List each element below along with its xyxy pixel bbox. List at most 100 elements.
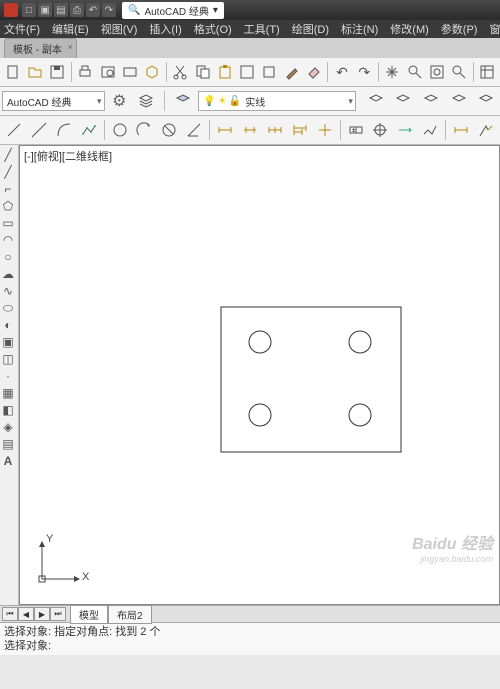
- angle-button[interactable]: [182, 118, 206, 142]
- menu-format[interactable]: 格式(O): [194, 21, 232, 37]
- pan-button[interactable]: [382, 60, 403, 84]
- qat-redo-icon[interactable]: ↷: [102, 3, 116, 17]
- st-insert[interactable]: ▣: [0, 334, 16, 350]
- drawing-canvas[interactable]: [-][俯视][二维线框] Y X Baidu 经验 jingyan.baidu…: [19, 145, 500, 605]
- st-line[interactable]: ╱: [0, 147, 16, 163]
- publish-button[interactable]: [119, 60, 140, 84]
- st-ellipsearc[interactable]: ◐: [0, 317, 16, 333]
- dim-jog-button[interactable]: [418, 118, 442, 142]
- st-point[interactable]: ·: [0, 368, 16, 384]
- tolerance-button[interactable]: ±: [344, 118, 368, 142]
- st-block[interactable]: ◫: [0, 351, 16, 367]
- menu-dimension[interactable]: 标注(N): [341, 21, 378, 37]
- brush-button[interactable]: [281, 60, 302, 84]
- zoom-prev-button[interactable]: [449, 60, 470, 84]
- st-polygon[interactable]: ⬠: [0, 198, 16, 214]
- copy-button[interactable]: [192, 60, 213, 84]
- circle-button[interactable]: [108, 118, 132, 142]
- menu-file[interactable]: 文件(F): [4, 21, 40, 37]
- st-circle[interactable]: ○: [0, 249, 16, 265]
- qat-open-icon[interactable]: ▣: [38, 3, 52, 17]
- pline-button[interactable]: [77, 118, 101, 142]
- save-button[interactable]: [47, 60, 68, 84]
- center-mark-button[interactable]: [368, 118, 392, 142]
- qat-print-icon[interactable]: ⎙: [70, 3, 84, 17]
- menu-parametric[interactable]: 参数(P): [441, 21, 478, 37]
- workspace-dropdown[interactable]: AutoCAD 经典: [2, 91, 105, 111]
- qat-undo-icon[interactable]: ↶: [86, 3, 100, 17]
- layer-freeze-button[interactable]: [419, 89, 443, 113]
- layer-dropdown[interactable]: 💡 ☀ 🔓 实线: [198, 91, 356, 111]
- st-hatch[interactable]: ▦: [0, 385, 16, 401]
- dim-continue-button[interactable]: [263, 118, 287, 142]
- layer-lock-button[interactable]: [474, 89, 498, 113]
- redo-button[interactable]: ↷: [354, 60, 375, 84]
- st-arc[interactable]: ◠: [0, 232, 16, 248]
- st-pline[interactable]: ⌐: [0, 181, 16, 197]
- line-button[interactable]: [2, 118, 26, 142]
- 3d-button[interactable]: [141, 60, 162, 84]
- document-tab[interactable]: 模板 - 副本 ×: [4, 38, 77, 58]
- st-mtext[interactable]: A: [0, 453, 16, 469]
- arc2-button[interactable]: [132, 118, 156, 142]
- zoom-window-button[interactable]: [426, 60, 447, 84]
- dim-aligned-button[interactable]: [238, 118, 262, 142]
- open-button[interactable]: [24, 60, 45, 84]
- gear-icon[interactable]: ⚙: [109, 90, 131, 112]
- st-revcloud[interactable]: ☁: [0, 266, 16, 282]
- st-region[interactable]: ◈: [0, 419, 16, 435]
- st-rect[interactable]: ▭: [0, 215, 16, 231]
- bulb-icon: 💡: [203, 96, 215, 107]
- layer-state-button[interactable]: [171, 89, 195, 113]
- st-gradient[interactable]: ◧: [0, 402, 16, 418]
- menu-view[interactable]: 视图(V): [101, 21, 138, 37]
- print-preview-button[interactable]: [97, 60, 118, 84]
- nav-prev-icon[interactable]: ◀: [18, 607, 34, 621]
- close-icon[interactable]: ×: [68, 42, 73, 52]
- menu-edit[interactable]: 编辑(E): [52, 21, 89, 37]
- donut-button[interactable]: [157, 118, 181, 142]
- layout-model-tab[interactable]: 模型: [70, 605, 108, 624]
- new-button[interactable]: [2, 60, 23, 84]
- block-button[interactable]: [259, 60, 280, 84]
- eraser-button[interactable]: [303, 60, 324, 84]
- dim-baseline-button[interactable]: [288, 118, 312, 142]
- undo-button[interactable]: ↶: [331, 60, 352, 84]
- ucs-x-label: X: [82, 571, 89, 583]
- xline-button[interactable]: [27, 118, 51, 142]
- nav-next-icon[interactable]: ▶: [34, 607, 50, 621]
- match-button[interactable]: [236, 60, 257, 84]
- layer-off-button[interactable]: [447, 89, 471, 113]
- print-button[interactable]: [75, 60, 96, 84]
- menu-modify[interactable]: 修改(M): [390, 21, 429, 37]
- st-ellipse[interactable]: ⬭: [0, 300, 16, 316]
- menu-insert[interactable]: 插入(I): [149, 21, 181, 37]
- workspace-search[interactable]: 🔍 AutoCAD 经典 ▾: [122, 2, 224, 19]
- nav-first-icon[interactable]: ⏮: [2, 607, 18, 621]
- arc-button[interactable]: [52, 118, 76, 142]
- command-line[interactable]: 选择对象: 指定对角点: 找到 2 个 选择对象:: [0, 622, 500, 655]
- st-xline[interactable]: ╱: [0, 164, 16, 180]
- properties-button[interactable]: [477, 60, 498, 84]
- dim-center-button[interactable]: [313, 118, 337, 142]
- layer-uniso-button[interactable]: [392, 89, 416, 113]
- dim-edit-button[interactable]: [393, 118, 417, 142]
- dim-text-button[interactable]: [474, 118, 498, 142]
- st-table[interactable]: ▤: [0, 436, 16, 452]
- layer-properties-button[interactable]: [134, 89, 158, 113]
- layer-iso-button[interactable]: [364, 89, 388, 113]
- zoom-button[interactable]: [404, 60, 425, 84]
- paste-button[interactable]: [214, 60, 235, 84]
- qat-new-icon[interactable]: □: [22, 3, 36, 17]
- menu-tools[interactable]: 工具(T): [244, 21, 280, 37]
- qat-save-icon[interactable]: ▤: [54, 3, 68, 17]
- st-spline[interactable]: ∿: [0, 283, 16, 299]
- menu-window[interactable]: 窗口(W): [489, 21, 500, 37]
- menu-draw[interactable]: 绘图(D): [292, 21, 329, 37]
- dim-linear-button[interactable]: [213, 118, 237, 142]
- viewport-label[interactable]: [-][俯视][二维线框]: [24, 148, 112, 164]
- layout-2-tab[interactable]: 布局2: [108, 605, 152, 624]
- nav-last-icon[interactable]: ⏭: [50, 607, 66, 621]
- leader-button[interactable]: [449, 118, 473, 142]
- cut-button[interactable]: [170, 60, 191, 84]
